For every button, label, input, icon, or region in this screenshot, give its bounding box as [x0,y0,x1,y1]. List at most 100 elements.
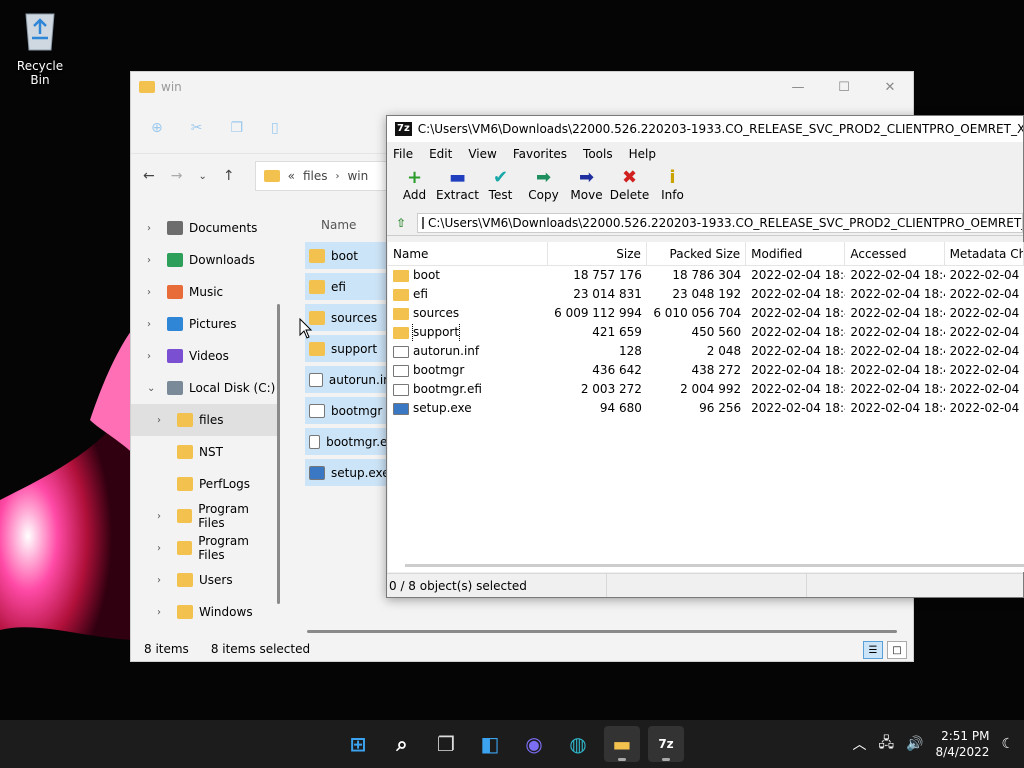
delete-button[interactable]: ✖ Delete [608,166,651,203]
explorer-title-bar[interactable]: win — ☐ ✕ [131,72,913,102]
start-taskbar-button[interactable]: ⊞ [340,726,376,762]
minimize-button[interactable]: — [775,72,821,102]
nav-item-0[interactable]: › Documents [131,212,277,244]
network-icon[interactable]: 🖧 [878,732,894,756]
clock[interactable]: 2:51 PM 8/4/2022 [936,728,990,760]
nav-item-7[interactable]: NST [131,436,277,468]
column-header-modified[interactable]: Modified [746,242,846,265]
file-row-bootmgr[interactable]: bootmgr [305,397,395,424]
explorer-horizontal-scrollbar[interactable] [307,630,897,633]
search-taskbar-button[interactable]: ⌕ [384,726,420,762]
widgets-taskbar-button[interactable]: ◧ [472,726,508,762]
nav-item-8[interactable]: PerfLogs [131,468,277,500]
nav-item-5[interactable]: ⌄ Local Disk (C:) [131,372,277,404]
task-view-taskbar-button[interactable]: ❐ [428,726,464,762]
column-header-packed-size[interactable]: Packed Size [647,242,747,265]
nav-item-3[interactable]: › Pictures [131,308,277,340]
scroll-thumb[interactable] [277,304,280,604]
tiles-view-icon[interactable]: □ [887,641,907,659]
column-header-size[interactable]: Size [548,242,647,265]
7zip-taskbar-button[interactable]: 7z [648,726,684,762]
recycle-bin[interactable]: Recycle Bin [8,8,72,87]
nav-item-9[interactable]: › Program Files [131,500,277,532]
nav-item-12[interactable]: › Windows [131,596,277,628]
chevron-right-icon[interactable]: › [147,223,161,234]
table-row[interactable]: bootmgr.efi 2 003 272 2 004 992 2022-02-04 … [388,380,1024,399]
recent-chevron-icon[interactable]: ⌄ [198,171,206,182]
nav-item-label: Documents [189,221,258,235]
7zip-horizontal-scrollbar[interactable] [405,564,1024,567]
info-button[interactable]: i Info [651,166,694,203]
nav-item-6[interactable]: › files [131,404,277,436]
paste-icon[interactable]: ▯ [271,120,279,136]
chat-taskbar-button[interactable]: ◉ [516,726,552,762]
close-button[interactable]: ✕ [867,72,913,102]
table-row[interactable]: efi 23 014 831 23 048 192 2022-02-04 18:46 2… [388,285,1024,304]
menu-edit[interactable]: Edit [429,147,452,161]
table-row[interactable]: autorun.inf 128 2 048 2022-02-04 18:46 2022-… [388,342,1024,361]
nav-item-10[interactable]: › Program Files [131,532,277,564]
move-button[interactable]: ➡ Move [565,166,608,203]
up-arrow-icon[interactable]: ↑ [223,168,235,184]
file-row-bootmgr.efi[interactable]: bootmgr.efi [305,428,395,455]
breadcrumb-files[interactable]: files [303,169,328,183]
table-row[interactable]: support 421 659 450 560 2022-02-04 18:46 202… [388,323,1024,342]
back-arrow-icon[interactable]: ← [143,168,155,184]
path-input[interactable]: C:\Users\VM6\Downloads\22000.526.220203-… [417,212,1023,233]
details-view-icon[interactable]: ☰ [863,641,883,659]
chevron-right-icon[interactable]: › [147,351,161,362]
chevron-right-icon[interactable]: › [147,287,161,298]
7zip-file-manager-window[interactable]: 7z C:\Users\VM6\Downloads\22000.526.2202… [386,115,1024,598]
chevron-right-icon[interactable]: › [157,607,171,618]
forward-arrow-icon[interactable]: → [171,168,183,184]
nav-item-11[interactable]: › Users [131,564,277,596]
chevron-right-icon[interactable]: › [157,575,171,586]
menu-file[interactable]: File [393,147,413,161]
menu-favorites[interactable]: Favorites [513,147,567,161]
file-row-efi[interactable]: efi [305,273,395,300]
extract-button[interactable]: ▬ Extract [436,166,479,203]
volume-icon[interactable]: 🔊 [906,736,923,752]
chevron-right-icon[interactable]: › [147,319,161,330]
file-row-sources[interactable]: sources [305,304,395,331]
notifications-icon[interactable]: ☾ [1001,736,1014,752]
show-hidden-icons-chevron-icon[interactable]: ︿ [852,734,866,754]
chevron-right-icon[interactable]: › [157,415,171,426]
nav-item-1[interactable]: › Downloads [131,244,277,276]
table-row[interactable]: sources 6 009 112 994 6 010 056 704 2022-02… [388,304,1024,323]
nav-item-4[interactable]: › Videos [131,340,277,372]
column-header-name[interactable]: Name [388,242,548,265]
navigation-scrollbar[interactable] [277,212,281,608]
cut-icon[interactable]: ✂ [191,120,203,136]
file-row-setup.exe[interactable]: setup.exe [305,459,395,486]
folder-icon [393,288,409,301]
maximize-button[interactable]: ☐ [821,72,867,102]
menu-help[interactable]: Help [629,147,656,161]
chevron-right-icon[interactable]: › [147,255,161,266]
table-row[interactable]: boot 18 757 176 18 786 304 2022-02-04 18:46… [388,266,1024,285]
7zip-title-bar[interactable]: 7z C:\Users\VM6\Downloads\22000.526.2202… [387,116,1023,142]
column-header-accessed[interactable]: Accessed [845,242,945,265]
nav-item-2[interactable]: › Music [131,276,277,308]
menu-view[interactable]: View [468,147,496,161]
file-explorer-taskbar-button[interactable]: ▬ [604,726,640,762]
chevron-right-icon[interactable]: › [157,511,171,522]
copy-icon[interactable]: ❐ [230,120,243,136]
breadcrumb-win[interactable]: win [347,169,368,183]
copy-button[interactable]: ➡ Copy [522,166,565,203]
test-button[interactable]: ✔ Test [479,166,522,203]
parent-folder-icon[interactable]: ⇧ [391,213,411,233]
column-header-metadata-cha[interactable]: Metadata Cha [945,242,1024,265]
table-row[interactable]: setup.exe 94 680 96 256 2022-02-04 18:46 202… [388,399,1024,418]
chevron-right-icon[interactable]: › [157,543,171,554]
add-button[interactable]: + Add [393,166,436,203]
edge-taskbar-button[interactable]: ◍ [560,726,596,762]
file-row-autorun.inf[interactable]: autorun.inf [305,366,395,393]
menu-tools[interactable]: Tools [583,147,613,161]
table-row[interactable]: bootmgr 436 642 438 272 2022-02-04 18:46 202… [388,361,1024,380]
chevron-down-icon[interactable]: ⌄ [147,383,161,394]
file-row-boot[interactable]: boot [305,242,395,269]
file-row-support[interactable]: support [305,335,395,362]
column-header-name[interactable]: Name [291,212,391,238]
new-icon[interactable]: ⊕ [151,120,163,136]
